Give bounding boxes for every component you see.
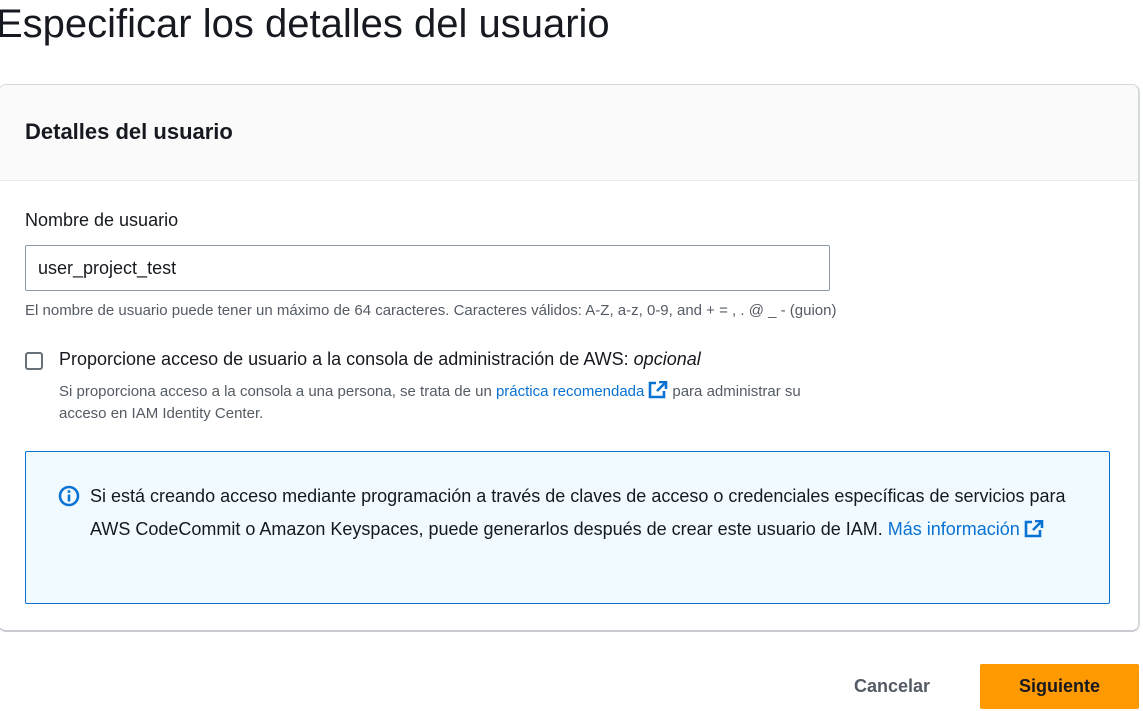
console-access-label[interactable]: Proporcione acceso de usuario a la conso…: [59, 349, 701, 370]
external-link-icon: [1024, 520, 1044, 538]
username-constraint-text: El nombre de usuario puede tener un máxi…: [25, 302, 837, 319]
console-access-description: Si proporciona acceso a la consola a una…: [59, 381, 849, 425]
console-access-optional: opcional: [633, 349, 701, 369]
more-info-link-text: Más información: [887, 519, 1020, 539]
user-details-panel: Detalles del usuario Nombre de usuario E…: [0, 84, 1140, 632]
external-link-icon: [649, 381, 668, 399]
username-label: Nombre de usuario: [25, 210, 179, 230]
console-access-label-text: Proporcione acceso de usuario a la conso…: [59, 349, 629, 369]
panel-header: Detalles del usuario: [0, 85, 1138, 181]
cancel-button[interactable]: Cancelar: [830, 664, 954, 708]
console-access-desc-before: Si proporciona acceso a la consola a una…: [59, 383, 492, 400]
next-button[interactable]: Siguiente: [980, 664, 1139, 709]
more-info-link[interactable]: Más información: [888, 519, 1048, 539]
panel-header-title: Detalles del usuario: [25, 119, 233, 144]
best-practice-link[interactable]: práctica recomendada: [495, 381, 672, 400]
info-icon: [58, 485, 80, 507]
username-input[interactable]: [25, 245, 830, 291]
best-practice-link-text: práctica recomendada: [495, 383, 645, 400]
page-title: Especificar los detalles del usuario: [0, 2, 610, 46]
info-alert-text: Si está creando acceso mediante programa…: [90, 480, 1080, 546]
info-alert: Si está creando acceso mediante programa…: [25, 451, 1110, 604]
console-access-checkbox[interactable]: [25, 352, 43, 370]
